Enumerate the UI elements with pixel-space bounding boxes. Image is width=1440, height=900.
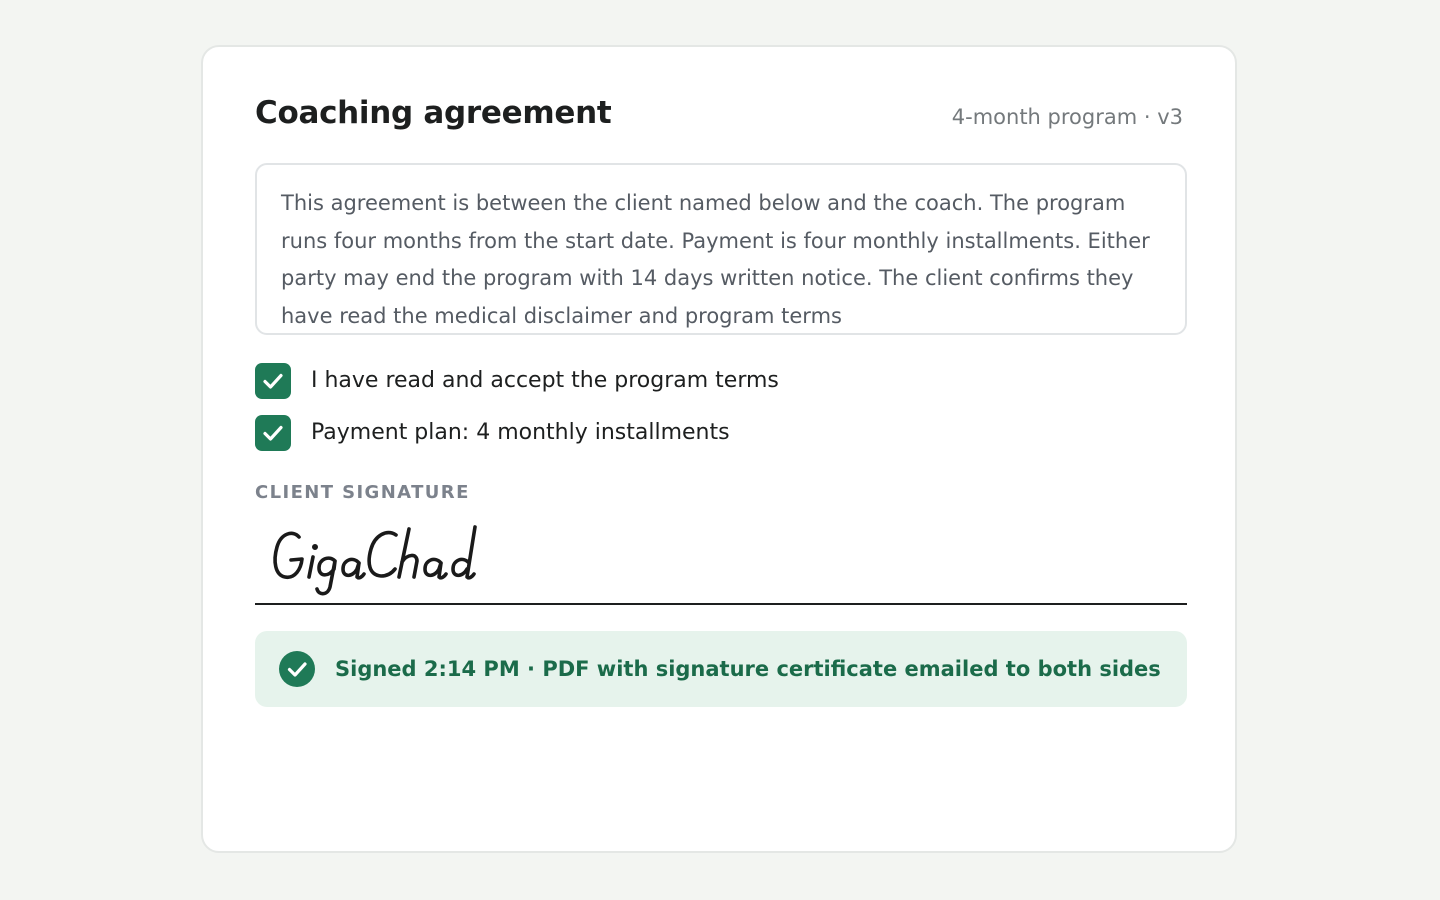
checkmark-icon bbox=[263, 425, 283, 441]
signature-drawing bbox=[273, 525, 477, 596]
accept-terms-checkbox[interactable] bbox=[255, 363, 291, 399]
payment-plan-checkbox[interactable] bbox=[255, 415, 291, 451]
accept-terms-row[interactable]: I have read and accept the program terms bbox=[255, 363, 779, 399]
payment-plan-row[interactable]: Payment plan: 4 monthly installments bbox=[255, 415, 730, 451]
checkmark-icon bbox=[263, 373, 283, 389]
signature-pad[interactable] bbox=[255, 513, 1187, 605]
checkmark-glyph bbox=[287, 662, 307, 677]
signed-status-text: Signed 2:14 PM · PDF with signature cert… bbox=[335, 657, 1161, 681]
signed-status-banner: Signed 2:14 PM · PDF with signature cert… bbox=[255, 631, 1187, 707]
check-circle-icon bbox=[279, 651, 315, 687]
terms-text: This agreement is between the client nam… bbox=[281, 191, 1150, 328]
program-version: 4-month program · v3 bbox=[951, 105, 1183, 129]
signature-label: CLIENT SIGNATURE bbox=[255, 482, 470, 503]
payment-plan-label: Payment plan: 4 monthly installments bbox=[311, 420, 730, 445]
accept-terms-label: I have read and accept the program terms bbox=[311, 368, 779, 393]
terms-scroll-box[interactable]: This agreement is between the client nam… bbox=[255, 163, 1187, 335]
agreement-card: Coaching agreement 4-month program · v3 … bbox=[201, 45, 1237, 853]
page-title: Coaching agreement bbox=[255, 95, 612, 131]
card-header: Coaching agreement 4-month program · v3 bbox=[255, 93, 1183, 137]
